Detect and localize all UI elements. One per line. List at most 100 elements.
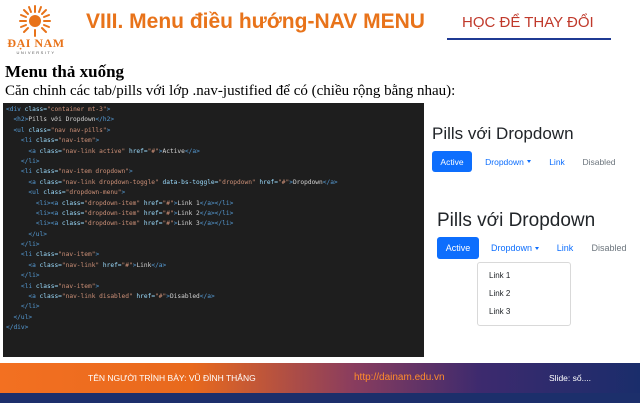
- code-line: <a class="nav-link disabled" href="#">Di…: [3, 292, 424, 302]
- logo-subtitle: UNIVERSITY: [16, 50, 56, 55]
- code-token: >: [121, 189, 126, 197]
- code-token: >: [128, 168, 133, 176]
- code-token: "#": [278, 178, 290, 186]
- code-token: "dropdown-item": [84, 220, 144, 228]
- code-token: class=: [61, 199, 85, 207]
- code-token: Link: [136, 261, 152, 269]
- code-line: <li class="nav-item">: [3, 250, 424, 260]
- code-token: </li>: [20, 272, 40, 280]
- code-token: class=: [39, 147, 62, 155]
- footer-url-link[interactable]: http://dainam.edu.vn: [354, 372, 445, 383]
- code-token: </li>: [20, 241, 40, 249]
- code-token: Active: [162, 147, 185, 155]
- code-token: >: [106, 126, 111, 134]
- code-token: href=: [143, 209, 163, 217]
- code-token: "#": [147, 147, 159, 155]
- preview-title: Pills với Dropdown: [432, 124, 574, 143]
- footer-bar: TÊN NGƯỜI TRÌNH BÀY: VŨ ĐÌNH THẮNG http:…: [0, 363, 640, 393]
- dropdown-item[interactable]: Link 1: [489, 271, 510, 280]
- logo-name: ĐẠI NAM: [7, 36, 65, 50]
- code-token: "#": [121, 261, 133, 269]
- code-token: "nav-link active": [61, 147, 129, 155]
- section-description: Căn chỉnh các tab/pills với lớp .nav-jus…: [5, 83, 456, 99]
- code-token: Link 1: [177, 199, 200, 207]
- pill-link[interactable]: Link: [543, 151, 571, 172]
- code-token: </a></li>: [199, 199, 234, 207]
- code-token: class=: [35, 251, 59, 259]
- pill-link[interactable]: Link: [550, 237, 580, 259]
- code-token: Dropdown: [292, 178, 323, 186]
- code-token: </ul>: [28, 230, 47, 238]
- code-line: </ul>: [3, 313, 424, 323]
- code-token: "nav-link": [61, 261, 103, 269]
- code-token: Disabled: [169, 293, 200, 301]
- code-token: </a></li>: [199, 209, 234, 217]
- code-line: </li>: [3, 240, 424, 250]
- code-token: <ul: [13, 126, 29, 134]
- code-token: class=: [35, 168, 59, 176]
- code-line: <li><a class="dropdown-item" href="#">Li…: [3, 219, 424, 229]
- code-token: "dropdown-item": [84, 209, 144, 217]
- code-token: href=: [259, 178, 279, 186]
- code-token: class=: [28, 126, 51, 134]
- code-line: </ul>: [3, 230, 424, 240]
- code-token: class=: [39, 178, 62, 186]
- code-token: "dropdown-menu": [65, 189, 122, 197]
- dropdown-menu: Link 1 Link 2 Link 3: [477, 262, 571, 326]
- code-token: <li><a: [35, 220, 62, 228]
- code-token: "dropdown-item": [84, 199, 144, 207]
- code-line: <li class="nav-item dropdown">: [3, 167, 424, 177]
- slogan: HỌC ĐỂ THAY ĐỔI: [462, 14, 594, 31]
- code-token: href=: [136, 293, 156, 301]
- code-token: class=: [35, 282, 59, 290]
- code-token: >: [95, 137, 100, 145]
- code-token: "#": [162, 199, 174, 207]
- pill-active[interactable]: Active: [437, 237, 479, 259]
- code-token: "container mt-3": [47, 106, 107, 113]
- code-line: </li>: [3, 302, 424, 312]
- code-line: </li>: [3, 271, 424, 281]
- code-token: "nav-item": [58, 282, 96, 290]
- code-token: <div: [6, 106, 25, 113]
- pill-disabled: Disabled: [582, 156, 616, 167]
- code-token: href=: [143, 199, 163, 207]
- code-token: "nav-item dropdown": [58, 168, 129, 176]
- code-token: </h2>: [95, 116, 115, 124]
- code-token: <li: [20, 282, 36, 290]
- pill-dropdown[interactable]: Dropdown: [478, 151, 538, 172]
- code-token: data-bs-toggle=: [162, 178, 219, 186]
- code-token: href=: [102, 261, 122, 269]
- code-token: </a>: [184, 147, 200, 155]
- code-token: "#": [155, 293, 167, 301]
- dropdown-item[interactable]: Link 2: [489, 289, 510, 298]
- code-line: <ul class="dropdown-menu">: [3, 188, 424, 198]
- code-token: <li: [20, 137, 36, 145]
- code-line: <div class="container mt-3">: [3, 105, 424, 115]
- code-editor-panel: <div class="container mt-3"> <h2>Pills v…: [3, 103, 424, 357]
- code-token: <a: [28, 147, 40, 155]
- code-token: "#": [162, 209, 174, 217]
- code-line: <a class="nav-link active" href="#">Acti…: [3, 147, 424, 157]
- footer-bottom-strip: [0, 393, 640, 403]
- code-token: "nav-item": [58, 137, 96, 145]
- code-token: <a: [28, 293, 40, 301]
- pill-disabled: Disabled: [591, 243, 627, 253]
- section-heading: Menu thả xuống: [5, 62, 125, 81]
- dropdown-item[interactable]: Link 3: [489, 307, 510, 316]
- code-token: class=: [35, 137, 59, 145]
- code-token: "nav-item": [58, 251, 96, 259]
- code-token: </a></li>: [199, 220, 234, 228]
- pill-active[interactable]: Active: [432, 151, 472, 172]
- code-token: <ul: [28, 189, 44, 197]
- preview-title: Pills với Dropdown: [437, 210, 596, 231]
- code-line: <li class="nav-item">: [3, 136, 424, 146]
- code-token: >: [106, 106, 111, 113]
- pill-dropdown[interactable]: Dropdown: [484, 237, 546, 259]
